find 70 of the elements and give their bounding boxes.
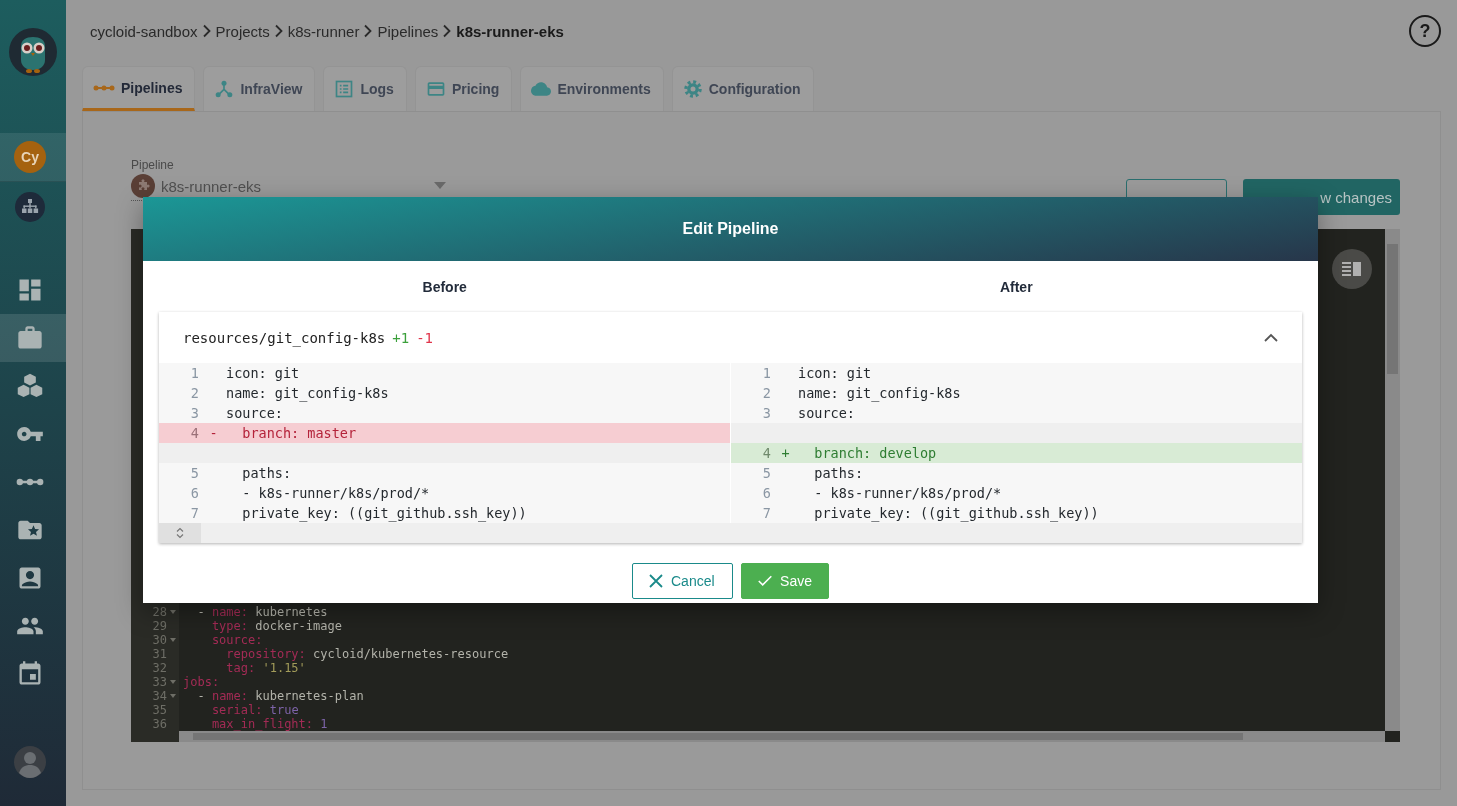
help-button[interactable]: ? <box>1409 15 1441 47</box>
list-icon <box>334 79 355 99</box>
pipeline-icon <box>16 478 44 486</box>
line-number: 29 <box>152 619 167 633</box>
cloud-icon <box>531 79 552 99</box>
code-line: serial: true <box>210 703 300 717</box>
tab[interactable]: Environments <box>520 66 664 111</box>
credit-card-icon <box>425 79 446 99</box>
tab[interactable]: InfraView <box>203 66 316 111</box>
code-line: - name: kubernetes-plan <box>196 689 365 703</box>
dropdown-caret-icon <box>434 182 446 190</box>
breadcrumb-link[interactable]: Projects <box>215 22 270 40</box>
user-avatar[interactable] <box>14 746 46 778</box>
breadcrumb-link[interactable]: cycloid-sandbox <box>90 22 198 40</box>
code-line: - name: kubernetes <box>196 605 329 619</box>
code-line: type: docker-image <box>210 619 343 633</box>
line-number: 30 <box>152 633 167 647</box>
breadcrumb-link[interactable]: Pipelines <box>377 22 439 40</box>
column-heading: Before <box>422 278 467 295</box>
code-line: source: <box>210 633 264 647</box>
tab[interactable]: Configuration <box>671 66 814 111</box>
removed-count: -1 <box>416 329 433 346</box>
save-button[interactable]: Save <box>741 563 829 599</box>
settings-icon <box>682 79 703 99</box>
fold-arrow-icon[interactable] <box>169 637 177 643</box>
vertical-scrollbar[interactable] <box>1385 229 1400 731</box>
breadcrumb-link[interactable]: k8s-runner <box>287 22 360 40</box>
puzzle-icon <box>131 174 155 198</box>
line-number: 36 <box>152 717 167 731</box>
line-number: 34 <box>152 689 167 703</box>
field-label: Pipeline <box>131 158 175 172</box>
dialog-title: Edit Pipeline <box>143 197 1318 261</box>
code-line: repository: cycloid/kubernetes-resource <box>225 647 510 661</box>
check-icon <box>758 574 773 588</box>
column-heading: After <box>999 278 1033 295</box>
pipeline-icon <box>93 84 115 91</box>
node-graph-icon <box>214 79 235 99</box>
tab[interactable]: Pricing <box>414 66 513 111</box>
code-line: max_in_flight: 1 <box>210 717 329 731</box>
tab[interactable]: Pipelines <box>82 66 196 111</box>
line-number: 35 <box>152 703 167 717</box>
line-number: 32 <box>152 661 167 675</box>
expand-icon <box>176 527 184 539</box>
breadcrumb-current: k8s-runner-eks <box>456 22 564 40</box>
tab[interactable]: Logs <box>323 66 407 111</box>
horizontal-scrollbar[interactable] <box>179 731 1385 742</box>
cancel-button[interactable]: Cancel <box>632 563 733 599</box>
briefcase-icon <box>16 324 44 352</box>
fold-arrow-icon[interactable] <box>169 693 177 699</box>
chevron-up-icon[interactable] <box>1264 333 1278 342</box>
line-number: 33 <box>152 675 167 689</box>
owl-logo <box>9 28 57 76</box>
organization-avatar[interactable]: Cy <box>14 141 46 173</box>
cubes-icon <box>16 372 44 400</box>
chevron-right-icon <box>363 24 374 38</box>
code-line: tag: '1.15' <box>225 661 307 675</box>
hierarchy-icon[interactable] <box>15 192 45 222</box>
added-count: +1 <box>392 329 410 346</box>
line-number: 31 <box>152 647 167 661</box>
split-view-button[interactable] <box>1332 249 1372 289</box>
chevron-right-icon <box>201 24 212 38</box>
sidebar-item[interactable] <box>0 314 66 362</box>
chevron-right-icon <box>442 24 453 38</box>
chevron-right-icon <box>273 24 284 38</box>
fold-arrow-icon[interactable] <box>169 679 177 685</box>
split-view-icon <box>1342 261 1362 277</box>
close-icon <box>649 574 663 588</box>
code-line: jobs: <box>183 675 221 689</box>
file-path: resources/git_config-k8s <box>183 329 386 346</box>
line-number: 28 <box>152 605 167 619</box>
